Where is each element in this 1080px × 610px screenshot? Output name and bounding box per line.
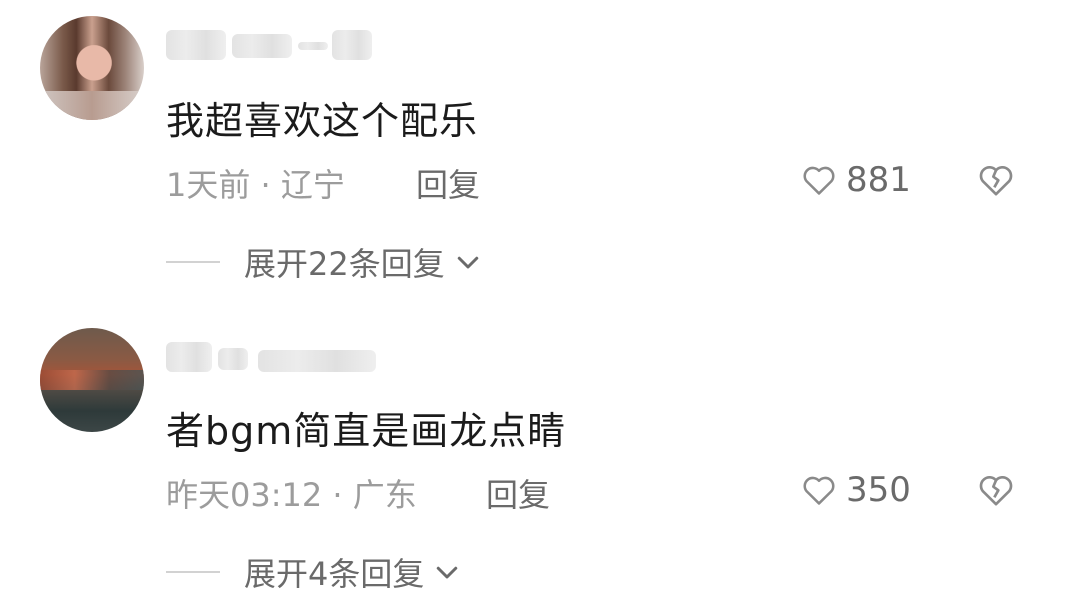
like-count: 350 [846,470,911,510]
avatar[interactable] [40,328,144,432]
chevron-down-icon [437,566,458,579]
expand-replies-label: 展开22条回复 [244,245,445,283]
like-button[interactable]: 881 [800,160,911,200]
reply-button[interactable]: 回复 [486,470,550,516]
divider-line [166,261,220,263]
heart-outline-icon [803,476,835,505]
expand-replies-label: 展开4条回复 [244,555,425,593]
comment-time-location: 昨天03:12 · 广东 [166,476,417,514]
avatar[interactable] [40,16,144,120]
comment-item: 我超喜欢这个配乐 1天前 · 辽宁 回复 881 展开22条回复 [0,0,1080,300]
comment-item: 者bgm简直是画龙点睛 昨天03:12 · 广东 回复 350 展开4条回复 [0,310,1080,610]
comment-time-location: 1天前 · 辽宁 [166,166,345,204]
reply-button[interactable]: 回复 [416,160,480,206]
like-count: 881 [846,160,911,200]
like-button[interactable]: 350 [800,470,911,510]
expand-replies-button[interactable]: 展开4条回复 [166,552,462,593]
heart-outline-icon [803,166,835,195]
broken-heart-icon[interactable] [976,160,1016,200]
broken-heart-icon[interactable] [976,470,1016,510]
comment-text: 我超喜欢这个配乐 [166,99,479,143]
comment-text: 者bgm简直是画龙点睛 [166,409,567,453]
expand-replies-button[interactable]: 展开22条回复 [166,242,483,283]
divider-line [166,571,220,573]
chevron-down-icon [457,256,478,269]
